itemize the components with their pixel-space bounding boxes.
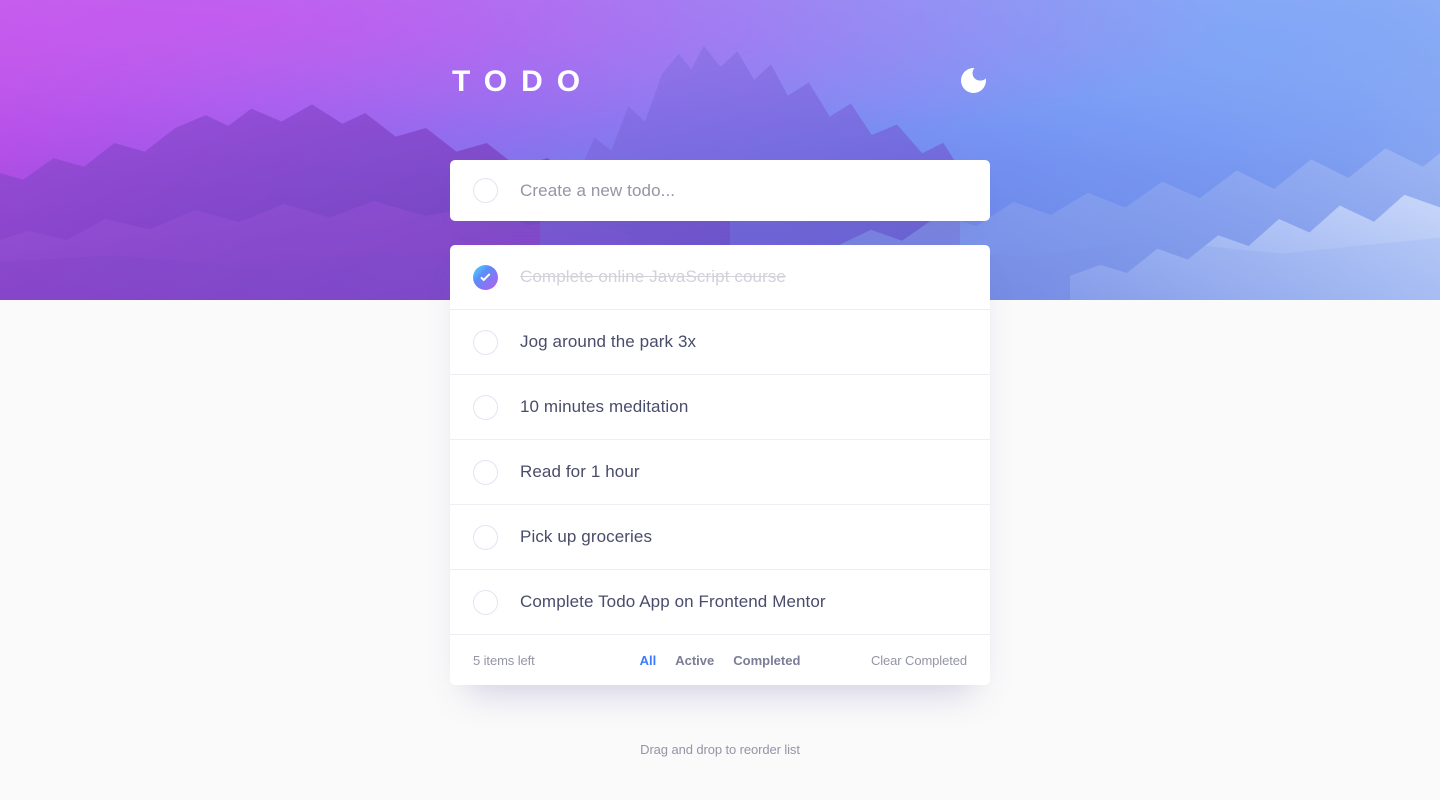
todo-list-card: Complete online JavaScript course Jog ar… xyxy=(450,245,990,685)
todo-item-label: Pick up groceries xyxy=(520,527,653,546)
todo-item-label: Jog around the park 3x xyxy=(520,332,697,351)
new-todo-input[interactable] xyxy=(520,180,967,201)
todo-list-item[interactable]: Read for 1 hour xyxy=(450,440,990,505)
reorder-hint: Drag and drop to reorder list xyxy=(640,742,800,757)
filter-completed[interactable]: Completed xyxy=(733,653,800,668)
todo-list-item[interactable]: 10 minutes meditation xyxy=(450,375,990,440)
todo-checkbox[interactable] xyxy=(473,524,498,550)
app-header: TODO xyxy=(450,0,990,160)
moon-icon xyxy=(960,67,986,93)
todo-item-label: Complete online JavaScript course xyxy=(520,267,786,286)
list-footer: 5 items left All Active Completed Clear … xyxy=(450,635,990,685)
todo-list-item[interactable]: Complete online JavaScript course xyxy=(450,245,990,310)
todo-checkbox[interactable] xyxy=(473,589,498,615)
new-todo-checkbox[interactable] xyxy=(473,178,498,203)
theme-toggle-button[interactable] xyxy=(958,65,988,95)
todo-item-label: Complete Todo App on Frontend Mentor xyxy=(520,592,826,611)
clear-completed-button[interactable]: Clear Completed xyxy=(871,653,967,668)
todo-item-label: Read for 1 hour xyxy=(520,462,640,481)
filter-active[interactable]: Active xyxy=(675,653,714,668)
todo-checkbox-checked[interactable] xyxy=(473,264,498,290)
items-left-count: 5 items left xyxy=(473,652,535,668)
todo-checkbox[interactable] xyxy=(473,394,498,420)
todo-list-item[interactable]: Jog around the park 3x xyxy=(450,310,990,375)
todo-list-item[interactable]: Pick up groceries xyxy=(450,505,990,570)
page-title: TODO xyxy=(452,65,595,98)
filter-all[interactable]: All xyxy=(640,653,657,668)
todo-checkbox[interactable] xyxy=(473,329,498,355)
todo-item-label: 10 minutes meditation xyxy=(520,397,689,416)
new-todo-bar xyxy=(450,160,990,221)
todo-app: TODO Complete online JavaScript course xyxy=(450,0,990,757)
todo-checkbox[interactable] xyxy=(473,459,498,485)
todo-list-item[interactable]: Complete Todo App on Frontend Mentor xyxy=(450,570,990,635)
